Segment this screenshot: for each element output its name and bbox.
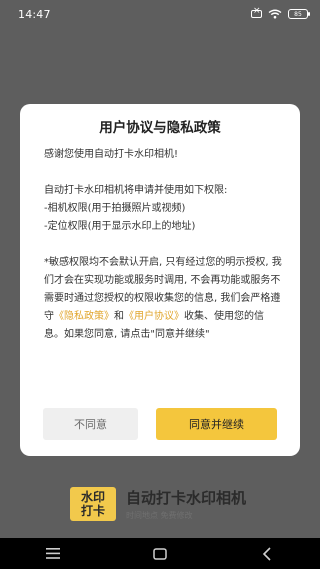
back-button[interactable] [247, 542, 287, 566]
dialog-title: 用户协议与隐私政策 [99, 120, 221, 136]
home-button[interactable] [140, 542, 180, 566]
home-icon [153, 547, 167, 560]
disagree-button[interactable]: 不同意 [43, 408, 138, 440]
menu-button[interactable] [33, 542, 73, 566]
battery-icon: 85 [288, 9, 310, 19]
privacy-policy-link[interactable]: 《隐私政策》 [54, 311, 114, 322]
status-icons: 85 [251, 6, 310, 19]
logo-line2: 打卡 [80, 504, 105, 518]
user-agreement-link[interactable]: 《用户协议》 [124, 311, 184, 322]
notice-text: *敏感权限均不会默认开启, 只有经过您的明示授权, 我们才会在实现功能或服务时调… [44, 254, 282, 344]
app-logo: 水印 打卡 [70, 487, 116, 521]
status-time: 14:47 [18, 7, 51, 21]
dialog-body[interactable]: 感谢您使用自动打卡水印相机! 自动打卡水印相机将申请并使用如下权限: -相机权限… [44, 146, 282, 401]
notice-and: 和 [114, 311, 124, 322]
permission-camera: -相机权限(用于拍摄照片或视频) [44, 203, 186, 214]
menu-icon [46, 548, 61, 559]
navigation-bar [0, 538, 320, 569]
wifi-icon [268, 9, 282, 19]
app-name: 自动打卡水印相机 [126, 489, 247, 507]
privacy-dialog: 用户协议与隐私政策 感谢您使用自动打卡水印相机! 自动打卡水印相机将申请并使用如… [20, 104, 300, 456]
app-branding: 水印 打卡 自动打卡水印相机 时间地点 免费修改 [70, 487, 246, 521]
greeting-text: 感谢您使用自动打卡水印相机! [44, 149, 179, 160]
app-subtitle: 时间地点 免费修改 [126, 511, 193, 520]
permission-location: -定位权限(用于显示水印上的地址) [44, 221, 196, 232]
agree-continue-button[interactable]: 同意并继续 [156, 408, 277, 440]
back-icon [262, 546, 271, 561]
logo-line1: 水印 [80, 490, 105, 504]
sim-card-icon [251, 6, 262, 18]
battery-level: 85 [294, 10, 302, 18]
permission-intro: 自动打卡水印相机将申请并使用如下权限: [44, 185, 228, 196]
app-text: 自动打卡水印相机 时间地点 免费修改 [126, 487, 246, 521]
status-bar: 14:47 85 [0, 0, 320, 28]
